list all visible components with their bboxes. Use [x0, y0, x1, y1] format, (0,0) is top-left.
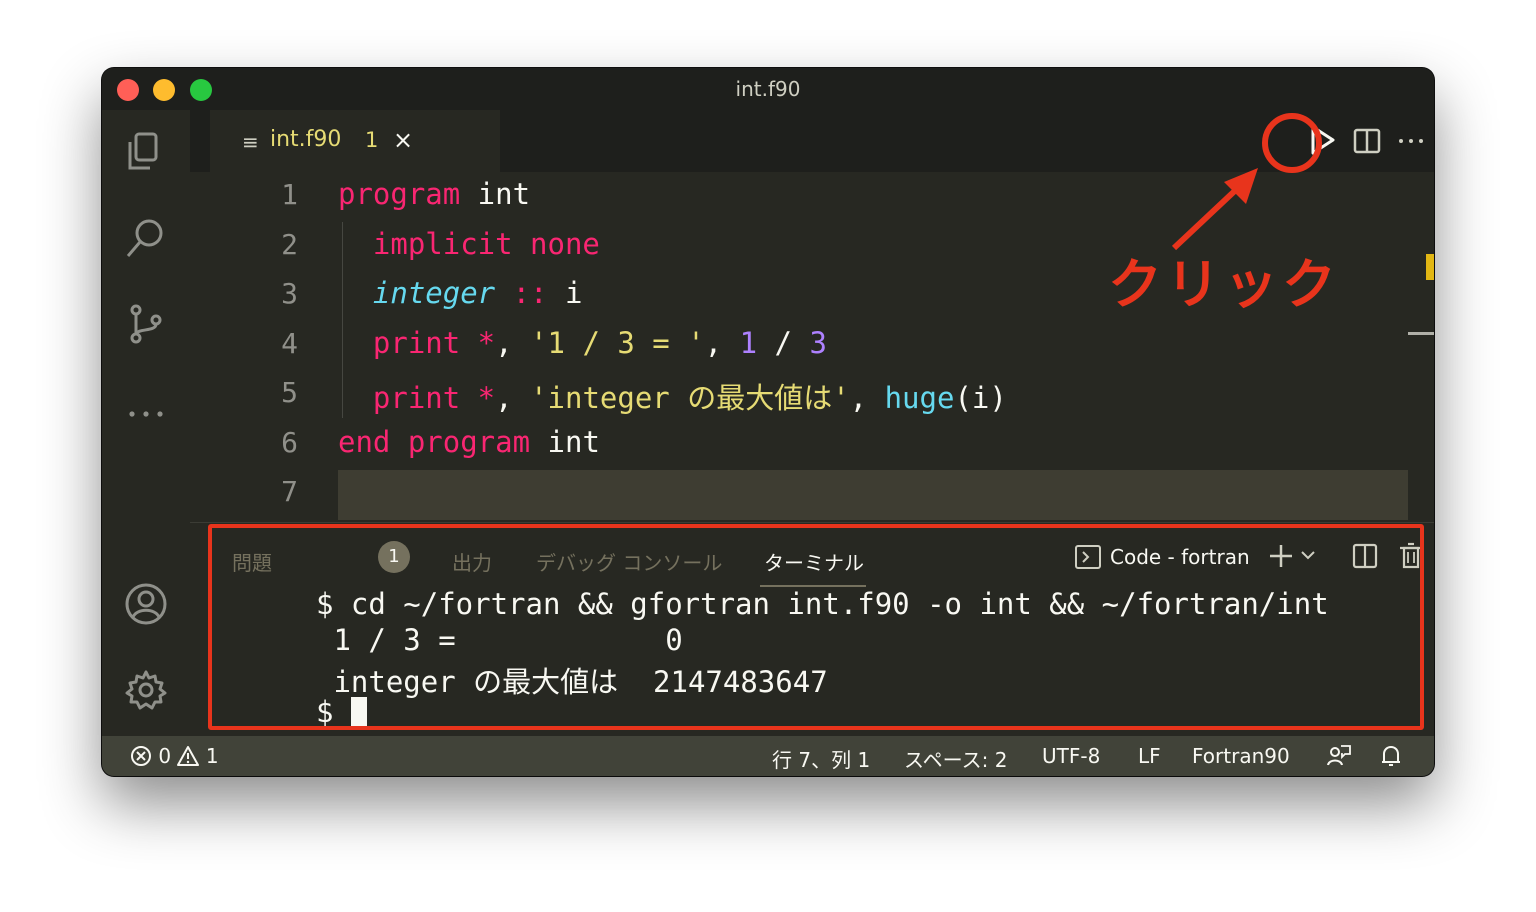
code-token: print — [338, 381, 461, 415]
minimize-window-button[interactable] — [153, 79, 175, 101]
notifications-bell-icon[interactable] — [1378, 743, 1404, 774]
line-number: 6 — [281, 425, 298, 459]
tab-label: int.f90 — [270, 127, 342, 152]
account-icon[interactable] — [124, 582, 168, 626]
tab-problem-count: 1 — [365, 128, 379, 152]
indentation[interactable]: スペース: 2 — [904, 744, 1007, 773]
activity-bar — [102, 110, 190, 736]
zoom-window-button[interactable] — [190, 79, 212, 101]
code-token: 3 — [809, 325, 827, 360]
overview-ruler-warning — [1426, 254, 1434, 280]
code-token: '1 / 3 = ' — [530, 325, 705, 360]
code-token: :: — [495, 276, 548, 310]
end-of-line[interactable]: LF — [1138, 744, 1161, 768]
code-line[interactable]: program int — [338, 177, 530, 211]
code-token: integer — [338, 276, 496, 310]
close-tab-icon[interactable]: × — [393, 126, 413, 154]
terminal-highlight-box — [208, 524, 1424, 730]
code-token: program — [338, 177, 461, 211]
code-token: * — [460, 325, 496, 360]
code-token: 1 — [739, 325, 758, 360]
tab-int-f90[interactable]: ≡ int.f90 1 × — [210, 110, 500, 172]
explorer-icon[interactable] — [124, 130, 168, 174]
code-token: i — [547, 276, 583, 310]
warning-icon — [177, 746, 200, 766]
code-token: / — [757, 325, 810, 360]
code-token: implicit none — [338, 226, 600, 261]
more-icon[interactable] — [124, 392, 168, 436]
code-token: print — [338, 325, 461, 360]
code-token: int — [530, 424, 600, 459]
encoding[interactable]: UTF-8 — [1042, 744, 1100, 768]
code-line[interactable]: print *, 'integer の最大値は', huge(i) — [338, 375, 1007, 417]
click-annotation-label: クリック — [1108, 253, 1340, 316]
code-token: int — [460, 177, 531, 211]
error-count: 0 — [158, 744, 172, 768]
code-token: * — [460, 381, 496, 415]
close-window-button[interactable] — [117, 79, 139, 101]
code-token: , — [495, 325, 531, 360]
code-token: (i) — [954, 381, 1007, 415]
more-actions-icon[interactable] — [1394, 124, 1428, 162]
code-token: huge — [884, 381, 955, 415]
problems-status[interactable]: 0 1 — [130, 744, 219, 768]
status-bar: 0 1 行 7、列 1 スペース: 2 UTF-8 LF Fortran90 — [102, 736, 1434, 776]
code-line[interactable]: print *, '1 / 3 = ', 1 / 3 — [338, 326, 827, 360]
overview-ruler-cursor — [1408, 332, 1434, 335]
code-token: , — [704, 325, 740, 360]
line-number: 4 — [281, 326, 298, 360]
window-title: int.f90 — [735, 77, 801, 101]
line-number: 1 — [281, 178, 298, 211]
code-line[interactable]: implicit none — [338, 227, 600, 261]
code-token: end program — [338, 424, 531, 459]
line-number: 5 — [281, 376, 298, 409]
code-token: , — [495, 381, 531, 415]
split-editor-icon[interactable] — [1350, 124, 1384, 162]
search-icon[interactable] — [124, 216, 168, 260]
settings-gear-icon[interactable] — [124, 668, 168, 712]
code-token: 'integer の最大値は' — [530, 381, 850, 415]
warning-count: 1 — [205, 744, 219, 768]
code-line[interactable]: end program int — [338, 425, 600, 459]
title-bar: int.f90 — [102, 68, 1434, 110]
line-number: 7 — [281, 475, 298, 508]
lines-icon: ≡ — [242, 130, 259, 154]
line-number: 3 — [281, 277, 298, 310]
cursor-position[interactable]: 行 7、列 1 — [772, 744, 870, 773]
language-mode[interactable]: Fortran90 — [1192, 744, 1290, 768]
feedback-icon[interactable] — [1326, 743, 1352, 774]
run-button-highlight-circle — [1262, 113, 1322, 173]
current-line-highlight — [338, 470, 1408, 520]
code-line[interactable]: integer :: i — [338, 276, 583, 310]
source-control-icon[interactable] — [124, 302, 168, 346]
line-number: 2 — [281, 227, 298, 261]
error-icon — [131, 746, 151, 766]
code-token: , — [849, 381, 885, 415]
